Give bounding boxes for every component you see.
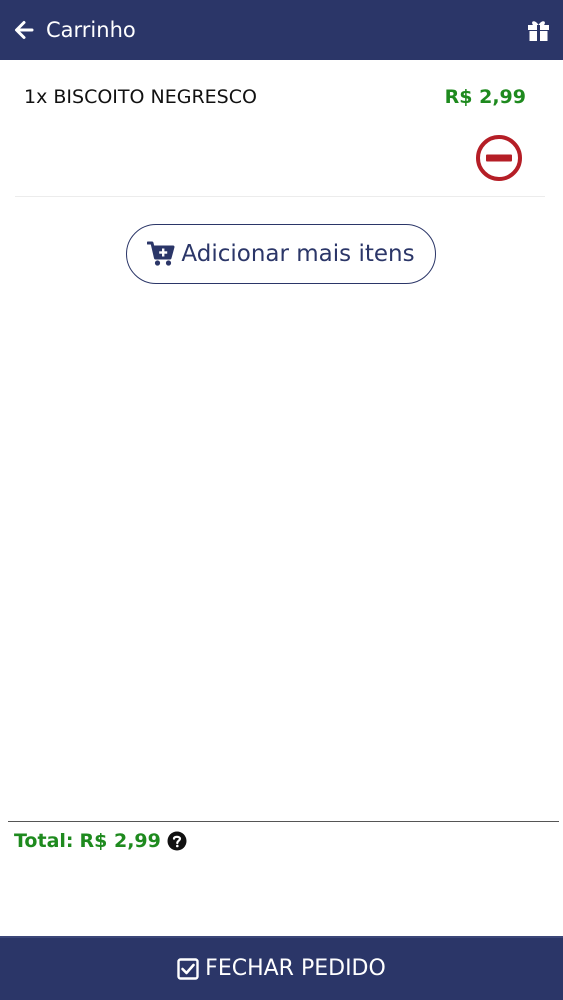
cart-plus-icon: [146, 241, 175, 267]
total-divider: [8, 821, 559, 822]
app-header: Carrinho: [0, 0, 563, 60]
item-name: 1x BISCOITO NEGRESCO: [24, 86, 257, 108]
gift-icon[interactable]: [527, 19, 550, 41]
question-circle-icon[interactable]: [167, 831, 187, 851]
checkout-label: FECHAR PEDIDO: [205, 956, 386, 981]
cart-screen: Carrinho 1x BISCOITO NEGRESCO R$ 2,99 Ad…: [0, 0, 563, 1000]
minus-circle-icon[interactable]: [475, 134, 523, 182]
total-value: R$ 2,99: [79, 830, 161, 852]
add-more-label: Adicionar mais itens: [181, 241, 415, 267]
checkout-button[interactable]: FECHAR PEDIDO: [0, 936, 563, 1000]
item-price: R$ 2,99: [444, 86, 526, 108]
check-square-icon: [177, 958, 199, 980]
arrow-left-icon[interactable]: [12, 18, 36, 42]
total-summary: Total: R$ 2,99: [14, 828, 187, 854]
total-text: Total: R$ 2,99: [14, 830, 161, 852]
cart-item: 1x BISCOITO NEGRESCO R$ 2,99: [15, 60, 545, 197]
total-label: Total:: [14, 830, 74, 852]
page-title: Carrinho: [46, 18, 136, 42]
add-more-items-button[interactable]: Adicionar mais itens: [126, 224, 436, 284]
